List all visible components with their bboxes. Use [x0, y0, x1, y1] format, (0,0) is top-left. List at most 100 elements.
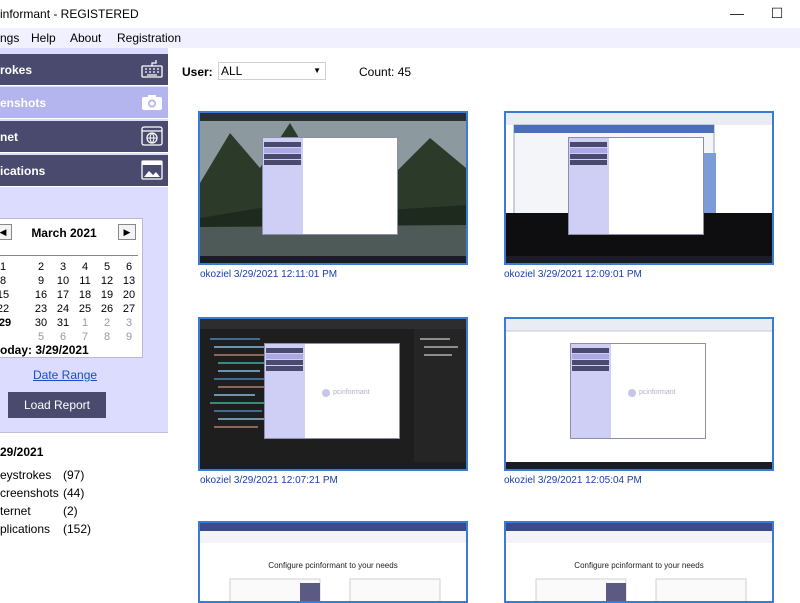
- screenshot-thumbnail[interactable]: Configure pcinformant to your needs: [504, 521, 774, 603]
- screenshot-caption[interactable]: okoziel 3/29/2021 12:05:04 PM: [504, 475, 642, 486]
- summary-row[interactable]: creenshots (44): [0, 486, 160, 500]
- preview-nav-bar: [266, 348, 303, 353]
- calendar-day[interactable]: 5: [97, 261, 117, 274]
- globe-icon: [141, 126, 163, 146]
- load-report-button[interactable]: Load Report: [8, 392, 106, 418]
- calendar-day[interactable]: 10: [53, 275, 73, 288]
- screenshot-thumbnail[interactable]: pcinformant: [504, 317, 774, 471]
- calendar-day[interactable]: 13: [119, 275, 139, 288]
- calendar-day[interactable]: 17: [53, 289, 73, 302]
- month-calendar[interactable]: ◀ March 2021 ▶ 1 2 3 4 5 6 8 9 10 11 12 …: [0, 218, 143, 358]
- preview-nav-bar: [264, 148, 301, 153]
- pcinformant-logo-text: pcinformant: [333, 389, 370, 396]
- app-window-preview: pcinformant: [570, 343, 706, 439]
- configure-heading: Configure pcinformant to your needs: [268, 561, 398, 570]
- preview-nav-bar: [572, 348, 609, 353]
- preview-nav-bar: [572, 360, 609, 365]
- calendar-day[interactable]: 9: [119, 331, 139, 344]
- app-sidebar-preview: [571, 344, 612, 438]
- calendar-day[interactable]: 1: [75, 317, 95, 330]
- screenshot-caption[interactable]: okoziel 3/29/2021 12:09:01 PM: [504, 269, 642, 280]
- screenshot-count: Count: 45: [359, 65, 412, 79]
- calendar-day[interactable]: 18: [75, 289, 95, 302]
- user-filter-select[interactable]: ALL ▼: [218, 62, 326, 80]
- pcinformant-logo-text: pcinformant: [639, 389, 676, 396]
- configure-heading: Configure pcinformant to your needs: [574, 561, 704, 570]
- app-window-preview: pcinformant: [264, 343, 400, 439]
- nav-applications[interactable]: ications: [0, 155, 168, 187]
- calendar-day[interactable]: 26: [97, 303, 117, 316]
- calendar-day[interactable]: 27: [119, 303, 139, 316]
- pcinformant-logo-icon: [322, 389, 330, 397]
- calendar-day[interactable]: 8: [97, 331, 117, 344]
- menu-registration[interactable]: Registration: [117, 31, 181, 45]
- calendar-day[interactable]: 11: [75, 275, 95, 288]
- app-sidebar-preview: [265, 344, 306, 438]
- calendar-day[interactable]: 2: [97, 317, 117, 330]
- calendar-day[interactable]: 25: [75, 303, 95, 316]
- preview-nav-bar: [572, 366, 609, 371]
- calendar-month-title: March 2021: [31, 226, 97, 240]
- menu-help[interactable]: Help: [31, 31, 56, 45]
- calendar-day[interactable]: 9: [31, 275, 51, 288]
- calendar-day[interactable]: 20: [119, 289, 139, 302]
- summary-row-count: (152): [63, 522, 92, 536]
- calendar-day[interactable]: 3: [53, 261, 73, 274]
- title-bar: informant - REGISTERED — ☐: [0, 0, 800, 28]
- preview-nav-bar: [572, 354, 609, 359]
- calendar-today-label[interactable]: oday: 3/29/2021: [0, 343, 89, 357]
- preview-nav-bar: [570, 148, 607, 153]
- app-window-preview: [262, 137, 398, 235]
- sidebar: rokes enshots net ications ◀ March 2021 …: [0, 48, 168, 600]
- screenshot-caption[interactable]: okoziel 3/29/2021 12:07:21 PM: [200, 475, 338, 486]
- menu-about[interactable]: About: [70, 31, 101, 45]
- calendar-next-button[interactable]: ▶: [118, 224, 136, 240]
- activity-summary: 29/2021 eystrokes (97) creenshots (44) t…: [0, 432, 168, 600]
- screenshot-thumbnail[interactable]: [198, 111, 468, 265]
- date-range-link[interactable]: Date Range: [33, 368, 97, 382]
- nav-keystrokes[interactable]: rokes: [0, 54, 168, 86]
- calendar-day[interactable]: 12: [97, 275, 117, 288]
- screenshot-thumbnail[interactable]: pcinformant: [198, 317, 468, 471]
- calendar-day[interactable]: 22: [0, 303, 13, 316]
- maximize-button[interactable]: ☐: [754, 0, 800, 28]
- preview-nav-bar: [264, 160, 301, 165]
- calendar-day[interactable]: 24: [53, 303, 73, 316]
- screenshot-thumbnail[interactable]: Configure pcinformant to your needs: [198, 521, 468, 603]
- preview-nav-bar: [570, 142, 607, 147]
- camera-icon: [142, 95, 162, 110]
- calendar-day[interactable]: 2: [31, 261, 51, 274]
- nav-keystrokes-label: rokes: [0, 63, 33, 77]
- summary-row-name: eystrokes: [0, 468, 52, 482]
- summary-row[interactable]: eystrokes (97): [0, 468, 160, 482]
- keyboard-icon: [141, 60, 163, 78]
- calendar-day-selected[interactable]: 29: [0, 317, 15, 330]
- pcinformant-logo-icon: [628, 389, 636, 397]
- screenshot-caption[interactable]: okoziel 3/29/2021 12:11:01 PM: [200, 269, 337, 280]
- calendar-day[interactable]: 6: [119, 261, 139, 274]
- calendar-day[interactable]: 31: [53, 317, 73, 330]
- nav-applications-label: ications: [0, 164, 46, 178]
- summary-row-count: (2): [63, 504, 78, 518]
- calendar-day[interactable]: 23: [31, 303, 51, 316]
- menu-bar: ngs Help About Registration: [0, 28, 800, 48]
- summary-row-count: (97): [63, 468, 85, 482]
- summary-row[interactable]: plications (152): [0, 522, 160, 536]
- screenshot-thumbnail[interactable]: [504, 111, 774, 265]
- calendar-day[interactable]: 4: [75, 261, 95, 274]
- nav-screenshots[interactable]: enshots: [0, 87, 168, 119]
- user-filter-value: ALL: [221, 64, 243, 78]
- calendar-day[interactable]: 8: [0, 275, 13, 288]
- calendar-day[interactable]: 15: [0, 289, 13, 302]
- summary-row[interactable]: ternet (2): [0, 504, 160, 518]
- nav-internet[interactable]: net: [0, 121, 168, 153]
- calendar-day[interactable]: 3: [119, 317, 139, 330]
- calendar-day[interactable]: 19: [97, 289, 117, 302]
- menu-settings[interactable]: ngs: [0, 31, 19, 45]
- app-window-preview: [568, 137, 704, 235]
- calendar-day[interactable]: 30: [31, 317, 51, 330]
- dropdown-arrow-icon: ▼: [313, 66, 321, 75]
- summary-row-name: plications: [0, 522, 51, 536]
- calendar-day[interactable]: 1: [0, 261, 13, 274]
- calendar-day[interactable]: 16: [31, 289, 51, 302]
